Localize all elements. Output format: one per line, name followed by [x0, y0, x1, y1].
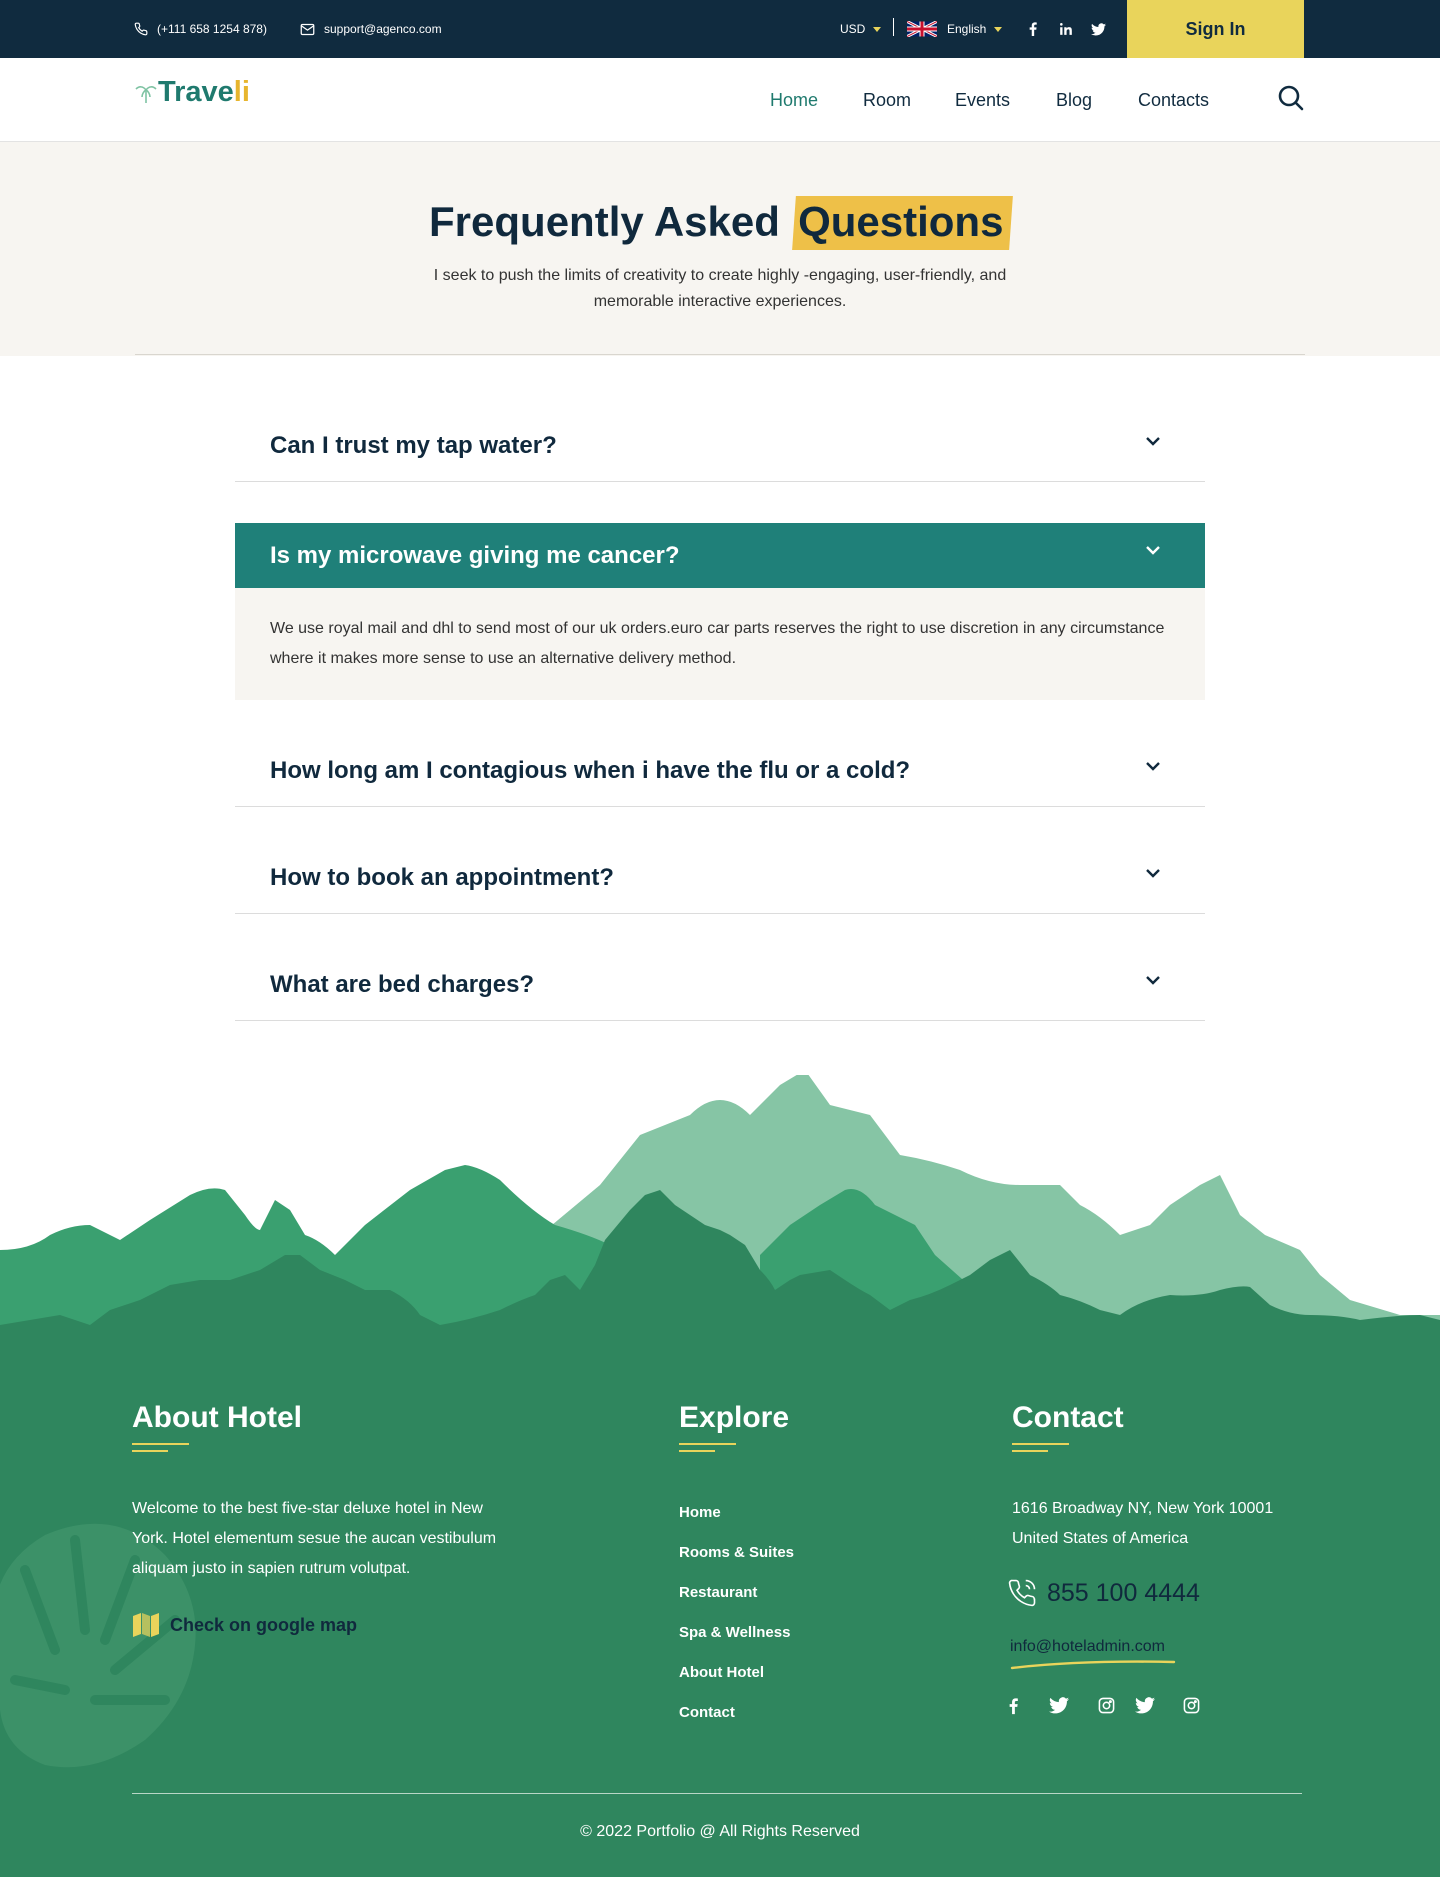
footer-link-spa[interactable]: Spa & Wellness: [679, 1624, 790, 1641]
faq-item-open[interactable]: Is my microwave giving me cancer?: [235, 523, 1205, 588]
palm-tree-icon: [135, 85, 157, 103]
language-select[interactable]: English: [907, 0, 1003, 58]
heading-underline: [679, 1450, 715, 1452]
top-bar: (+111 658 1254 878) support@agenco.com U…: [0, 0, 1440, 58]
instagram-icon: [1183, 1697, 1200, 1714]
address-line-2: United States of America: [1012, 1530, 1189, 1547]
chevron-down-icon: [1146, 546, 1160, 555]
search-icon: [1278, 85, 1304, 111]
page-title-highlight-box: Questions: [791, 196, 1013, 250]
language-label: English: [947, 22, 987, 36]
linkedin-icon: [1060, 23, 1072, 35]
footer-phone[interactable]: 855 100 4444: [1007, 1578, 1200, 1608]
faq-question: How to book an appointment?: [270, 864, 614, 891]
chevron-down-icon: [1146, 437, 1160, 446]
topbar-phone-text: (+111 658 1254 878): [157, 22, 267, 36]
search-button[interactable]: [1278, 85, 1304, 116]
topbar-twitter-link[interactable]: [1091, 0, 1106, 58]
footer-facebook-link[interactable]: [1009, 1697, 1018, 1720]
footer-twitter-link[interactable]: [1049, 1697, 1069, 1719]
phone-icon: [1008, 1579, 1036, 1607]
topbar-facebook-link[interactable]: [1029, 0, 1037, 58]
topbar-divider: [893, 18, 894, 36]
faq-question: What are bed charges?: [270, 971, 535, 998]
google-map-label: Check on google map: [170, 1614, 358, 1635]
facebook-icon: [1029, 22, 1037, 36]
currency-select[interactable]: USD: [840, 0, 882, 58]
sign-in-button[interactable]: Sign In: [1127, 0, 1304, 58]
twitter-icon: [1091, 22, 1106, 35]
email-underline-swoosh: [1010, 1660, 1176, 1670]
site-logo[interactable]: Trave li: [134, 76, 250, 109]
nav-room[interactable]: Room: [863, 58, 911, 142]
faq-question: How long am I contagious when i have the…: [270, 757, 911, 784]
address-line-1: 1616 Broadway NY, New York 10001: [1012, 1500, 1274, 1517]
footer-link-contact[interactable]: Contact: [679, 1704, 735, 1721]
instagram-icon: [1098, 1697, 1115, 1714]
heading-underline: [1012, 1443, 1069, 1445]
footer-phone-number: 855 100 4444: [1047, 1578, 1200, 1607]
nav-blog[interactable]: Blog: [1056, 58, 1092, 142]
footer-instagram-link[interactable]: [1098, 1697, 1115, 1719]
page-title: Frequently Asked Questions: [0, 196, 1440, 250]
topbar-email[interactable]: support@agenco.com: [300, 0, 442, 58]
footer-twitter-link-2[interactable]: [1135, 1697, 1155, 1719]
faq-item[interactable]: How to book an appointment?: [235, 842, 1205, 914]
footer-link-rooms[interactable]: Rooms & Suites: [679, 1544, 794, 1561]
uk-flag-icon: [907, 21, 937, 37]
footer-instagram-link-2[interactable]: [1183, 1697, 1200, 1719]
footer-divider: [132, 1793, 1302, 1794]
heading-underline: [132, 1443, 189, 1445]
caret-down-icon: [873, 26, 882, 32]
nav-contacts[interactable]: Contacts: [1138, 58, 1209, 142]
google-map-link[interactable]: Check on google map: [132, 1612, 357, 1638]
footer-email-link[interactable]: info@hoteladmin.com: [1010, 1638, 1165, 1656]
chevron-down-icon: [1146, 869, 1160, 878]
copyright-text: © 2022 Portfolio @ All Rights Reserved: [580, 1823, 860, 1840]
facebook-icon: [1009, 1698, 1018, 1715]
chevron-down-icon: [1146, 762, 1160, 771]
twitter-icon: [1049, 1697, 1069, 1714]
logo-text-accent: li: [233, 76, 250, 108]
footer-explore-heading: Explore: [679, 1401, 790, 1434]
map-icon: [133, 1613, 159, 1637]
footer-contact-heading: Contact: [1012, 1401, 1124, 1434]
caret-down-icon: [994, 26, 1003, 32]
footer-about-heading: About Hotel: [132, 1401, 302, 1434]
footer-about-text: Welcome to the best five-star deluxe hot…: [132, 1500, 497, 1577]
faq-item[interactable]: What are bed charges?: [235, 949, 1205, 1021]
page-title-main: Frequently Asked: [429, 198, 780, 245]
mail-icon: [300, 23, 315, 35]
mountains-illustration: [0, 1075, 1440, 1340]
footer-link-home[interactable]: Home: [679, 1504, 721, 1521]
chevron-down-icon: [1146, 976, 1160, 985]
page-title-highlight: Questions: [797, 198, 1004, 245]
faq-question: Is my microwave giving me cancer?: [270, 541, 680, 569]
footer-link-restaurant[interactable]: Restaurant: [679, 1584, 757, 1601]
topbar-phone[interactable]: (+111 658 1254 878): [134, 0, 267, 58]
phone-icon: [134, 22, 148, 36]
topbar-email-text: support@agenco.com: [324, 22, 442, 36]
logo-text-main: Trave: [158, 76, 234, 108]
heading-underline: [132, 1450, 168, 1452]
faq-question: Can I trust my tap water?: [270, 432, 557, 459]
heading-underline: [1012, 1450, 1048, 1452]
faq-item[interactable]: How long am I contagious when i have the…: [235, 735, 1205, 807]
nav-home[interactable]: Home: [770, 58, 818, 142]
footer-link-about[interactable]: About Hotel: [679, 1664, 764, 1681]
faq-answer: We use royal mail and dhl to send most o…: [235, 588, 1205, 700]
currency-label: USD: [840, 22, 866, 36]
main-header: Trave li Home Room Events Blog Contacts: [0, 58, 1440, 142]
faq-item[interactable]: Can I trust my tap water?: [235, 410, 1205, 482]
twitter-icon: [1135, 1697, 1155, 1714]
heading-underline: [679, 1443, 736, 1445]
page-subtitle: I seek to push the limits of creativity …: [433, 267, 1007, 310]
hero-divider: [135, 354, 1305, 355]
topbar-linkedin-link[interactable]: [1059, 0, 1073, 58]
nav-events[interactable]: Events: [955, 58, 1010, 142]
